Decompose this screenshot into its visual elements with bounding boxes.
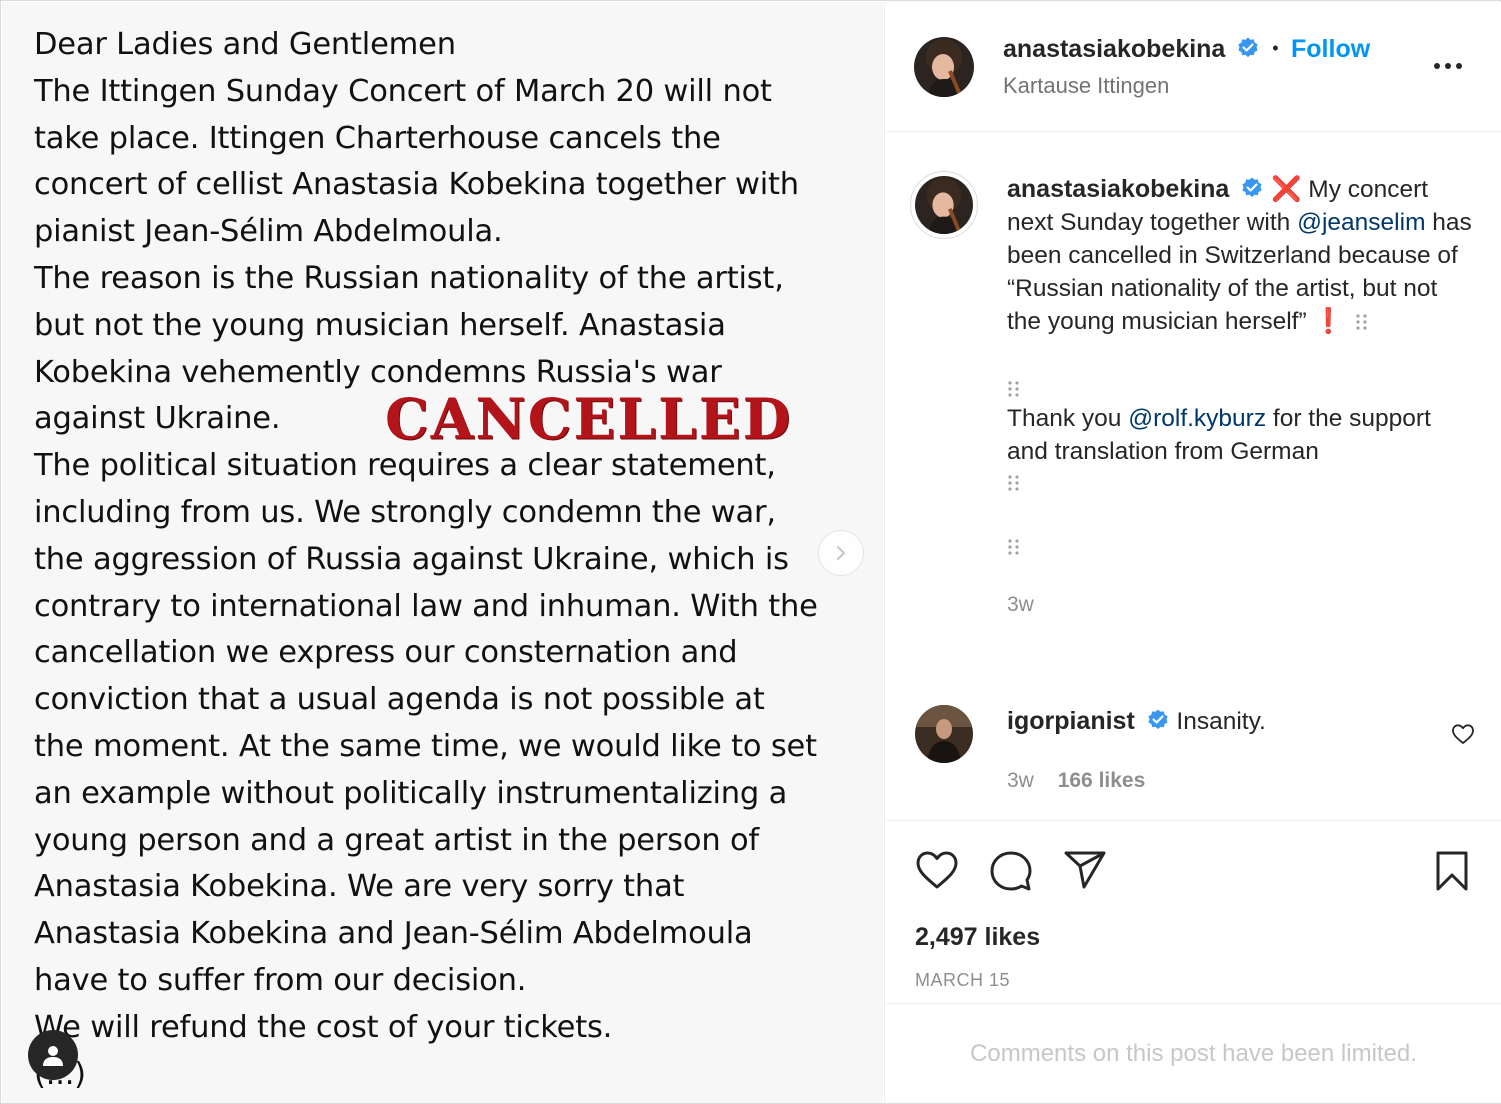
more-icon — [1434, 63, 1462, 69]
notice-line: take place. Ittingen Charterhouse cancel… — [34, 120, 721, 156]
verified-badge-icon — [1242, 177, 1262, 198]
notice-line: the moment. At the same time, we would l… — [34, 728, 817, 764]
comment-like-button[interactable] — [1451, 723, 1475, 745]
notice-line: Dear Ladies and Gentlemen — [34, 27, 456, 62]
notice-line: (...) — [34, 1052, 864, 1099]
post-likes[interactable]: 2,497 likes — [915, 923, 1040, 952]
post-location[interactable]: Kartause Ittingen — [1003, 73, 1169, 99]
follow-button[interactable]: Follow — [1291, 35, 1370, 63]
header-separator: • — [1272, 38, 1279, 58]
comment-button[interactable] — [989, 850, 1033, 897]
verified-badge-icon — [1148, 709, 1168, 730]
post-date[interactable]: MARCH 15 — [915, 970, 1010, 991]
caption-avatar[interactable] — [915, 176, 973, 234]
braille-dots-icon — [1356, 314, 1367, 330]
chevron-right-icon — [837, 546, 845, 560]
notice-line: We will refund the cost of your tickets. — [34, 1009, 613, 1045]
notice-line: pianist Jean-Sélim Abdelmoula. — [34, 214, 503, 250]
post-sidebar: anastasiakobekina • Follow Kartause Itti… — [884, 2, 1501, 1103]
like-button[interactable] — [915, 850, 959, 895]
notice-text: Dear Ladies and Gentlemen The Ittingen S… — [34, 22, 864, 1098]
more-options-button[interactable] — [1430, 50, 1466, 80]
comment-likes[interactable]: 166 likes — [1058, 769, 1146, 792]
braille-dots-icon — [1008, 475, 1019, 491]
notice-line: contrary to international law and inhuma… — [34, 588, 818, 624]
user-tag-icon — [43, 1046, 63, 1066]
notice-line: concert of cellist Anastasia Kobekina to… — [34, 167, 799, 203]
caption-timestamp[interactable]: 3w — [1007, 588, 1477, 621]
author-avatar[interactable] — [914, 37, 974, 97]
post-image: Dear Ladies and Gentlemen The Ittingen S… — [2, 2, 883, 1103]
notice-line: conviction that a usual agenda is not po… — [34, 682, 765, 718]
next-image-button[interactable] — [818, 530, 864, 576]
author-username[interactable]: anastasiakobekina — [1003, 35, 1225, 63]
notice-line: The reason is the Russian nationality of… — [34, 260, 784, 296]
cross-mark-emoji: ❌ — [1270, 176, 1302, 203]
caption: anastasiakobekina ❌ My concert next Sund… — [1007, 173, 1477, 621]
comments-section: anastasiakobekina ❌ My concert next Sund… — [885, 133, 1501, 821]
comment-text: Insanity. — [1176, 708, 1266, 735]
notice-line: but not the young musician herself. Anas… — [34, 307, 726, 343]
notice-line: Anastasia Kobekina and Jean-Sélim Abdelm… — [34, 916, 753, 952]
thanks-text-1: Thank you — [1007, 405, 1129, 432]
notice-line: have to suffer from our decision. — [34, 962, 527, 998]
mention-rolf-kyburz[interactable]: @rolf.kyburz — [1128, 405, 1266, 432]
notice-line: including from us. We strongly condemn t… — [34, 494, 776, 530]
notice-line: The Ittingen Sunday Concert of March 20 … — [34, 73, 772, 109]
post-actions: 2,497 likes MARCH 15 — [885, 822, 1501, 1004]
comments-limited-notice: Comments on this post have been limited. — [970, 1040, 1417, 1067]
notice-line: Anastasia Kobekina. We are very sorry th… — [34, 869, 685, 905]
bookmark-icon — [1436, 851, 1468, 891]
commenter-avatar[interactable] — [915, 705, 973, 763]
save-button[interactable] — [1434, 850, 1470, 897]
mention-jeanselim[interactable]: @jeanselim — [1297, 209, 1425, 236]
notice-line: an example without politically instrumen… — [34, 775, 788, 811]
caption-username[interactable]: anastasiakobekina — [1007, 175, 1229, 203]
commenter-username[interactable]: igorpianist — [1007, 707, 1135, 735]
share-button[interactable] — [1063, 850, 1107, 895]
comment-timestamp[interactable]: 3w — [1007, 769, 1034, 792]
notice-line: young person and a great artist in the p… — [34, 822, 759, 858]
notice-line: the aggression of Russia against Ukraine… — [34, 541, 789, 577]
share-icon — [1064, 851, 1106, 889]
exclamation-emoji: ❗ — [1313, 308, 1344, 335]
heart-icon — [916, 851, 958, 889]
tagged-users-button[interactable] — [28, 1030, 78, 1080]
post-header: anastasiakobekina • Follow Kartause Itti… — [885, 2, 1501, 132]
post-dialog: Dear Ladies and Gentlemen The Ittingen S… — [0, 0, 1501, 1104]
braille-dots-icon — [1008, 539, 1019, 555]
verified-badge-icon — [1238, 37, 1258, 58]
notice-line: cancellation we express our consternatio… — [34, 635, 738, 671]
heart-icon — [1452, 724, 1474, 744]
cancelled-stamp: CANCELLED — [385, 385, 793, 452]
braille-dots-icon — [1008, 381, 1019, 397]
comment-icon — [990, 851, 1032, 891]
